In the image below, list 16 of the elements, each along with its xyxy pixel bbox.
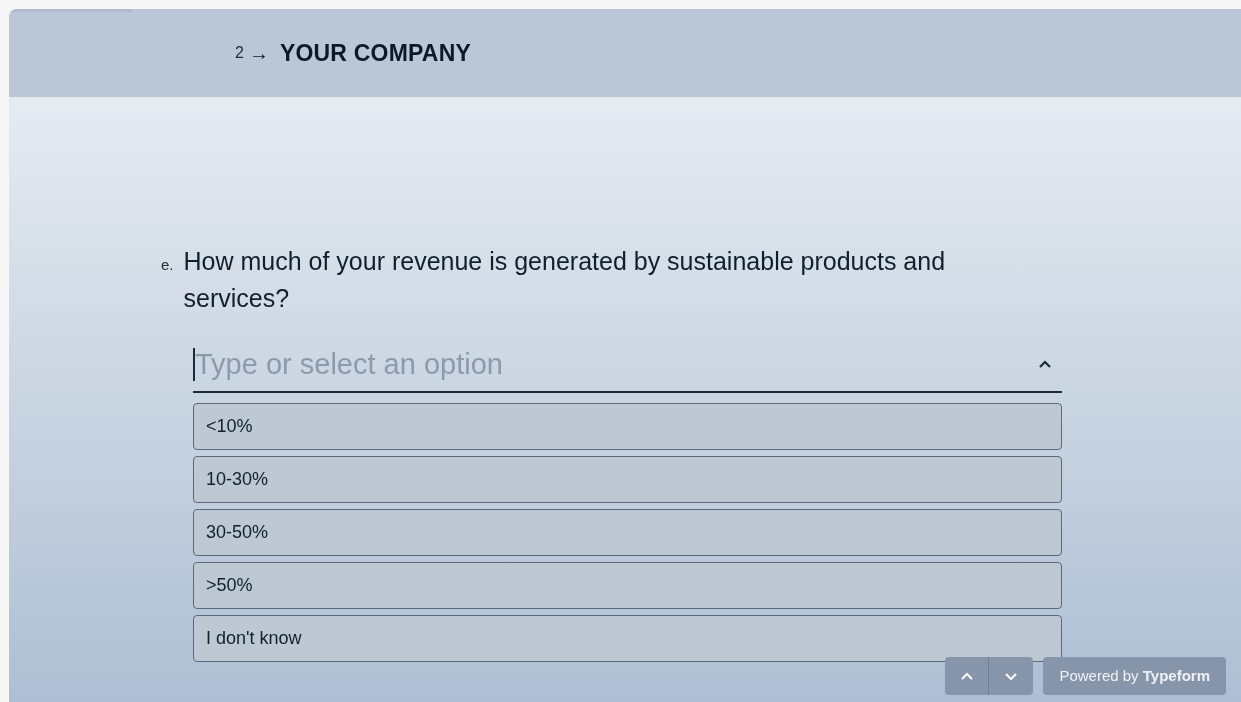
arrow-icon: →	[248, 41, 269, 65]
chevron-icon[interactable]	[1038, 359, 1052, 369]
chevron-down-icon	[1004, 671, 1019, 681]
next-button[interactable]	[989, 657, 1034, 695]
section-number: 2	[235, 44, 244, 62]
option-item[interactable]: 10-30%	[193, 456, 1062, 503]
option-search-field[interactable]: Type or select an option	[193, 347, 1038, 381]
option-item[interactable]: 30-50%	[193, 509, 1062, 556]
question-letter: e.	[161, 256, 174, 273]
question-text: How much of your revenue is generated by sustainable products and services?	[183, 246, 947, 314]
previous-button[interactable]	[945, 657, 990, 695]
option-item[interactable]: <10%	[193, 403, 1062, 450]
option-item[interactable]: >50%	[193, 562, 1062, 609]
chevron-up-icon	[959, 671, 974, 681]
section-title: YOUR COMPANY	[279, 39, 471, 67]
option-item[interactable]: I don't know	[193, 615, 1062, 662]
